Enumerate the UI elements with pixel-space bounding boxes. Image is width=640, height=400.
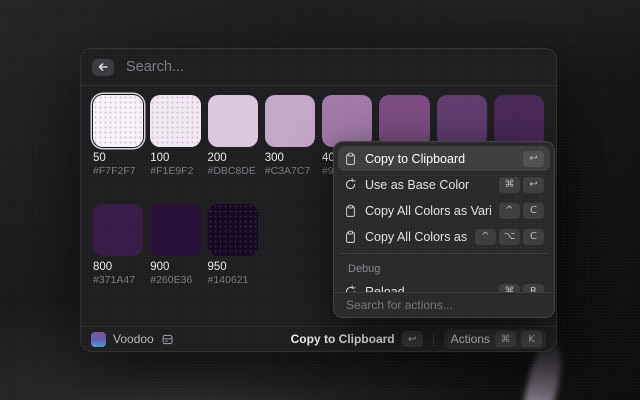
swatch-hex: #C3A7C7 [265,165,315,177]
color-swatch-700[interactable] [494,95,544,147]
swatch-label: 900 [150,261,200,274]
swatch-hex: #260E36 [150,274,200,286]
swatch-cell-200: 200 #DBC8DE [208,95,258,177]
swatch-hex: #F7F2F7 [93,165,143,177]
menu-item-label: Copy All Colors as JSON [365,230,467,244]
color-swatch-300[interactable] [265,95,315,147]
swatch-hex: #140621 [208,274,258,286]
c-key-badge: C [523,203,544,219]
color-swatch-950[interactable] [208,204,258,256]
swatch-hex: #371A47 [93,274,143,286]
footer-divider [433,333,434,346]
voodoo-app-icon [91,332,106,347]
swatch-cell-50: 50 #F7F2F7 [93,95,143,177]
option-key-badge: ⌥ [499,229,520,245]
color-swatch-50[interactable] [93,95,143,147]
swatch-cell-800: 800 #371A47 [93,204,143,286]
enter-key-badge: ↩ [523,151,544,167]
color-swatch-400[interactable] [322,95,372,147]
swatch-label: 200 [208,152,258,165]
color-swatch-100[interactable] [150,95,200,147]
swatch-cell-300: 300 #C3A7C7 [265,95,315,177]
menu-item-use-as-base-color[interactable]: Use as Base Color ⌘ ↩ [338,172,550,197]
color-swatch-800[interactable] [93,204,143,256]
search-input[interactable] [124,58,545,76]
swatch-cell-950: 950 #140621 [208,204,258,286]
actions-button[interactable]: Actions ⌘ K [444,329,546,349]
menu-item-copy-all-json[interactable]: Copy All Colors as JSON ^ ⌥ C [338,224,550,249]
color-swatch-500[interactable] [379,95,429,147]
command-key-badge: ⌘ [495,331,516,347]
search-header [81,49,556,86]
save-icon [161,333,174,346]
actions-menu-list: Copy to Clipboard ↩ Use as Base Color ⌘ … [334,142,554,309]
extension-name: Voodoo [113,332,154,346]
back-button[interactable] [92,59,114,76]
window-footer: Voodoo Copy to Clipboard ↩ Actions ⌘ K [81,326,556,351]
swatch-label: 50 [93,152,143,165]
actions-search-input[interactable] [344,297,544,313]
menu-item-copy-all-variable-declarations[interactable]: Copy All Colors as Variable Declara... ^… [338,198,550,223]
clipboard-icon [344,230,357,244]
enter-key-badge: ↩ [523,177,544,193]
k-key-badge: K [521,331,542,347]
menu-item-copy-to-clipboard[interactable]: Copy to Clipboard ↩ [338,146,550,171]
clipboard-icon [344,152,357,166]
debug-section-label: Debug [338,258,550,279]
swatch-hex: #DBC8DE [208,165,258,177]
swatch-cell-100: 100 #F1E9F2 [150,95,200,177]
clipboard-icon [344,204,357,218]
rotate-icon [344,178,357,191]
swatch-label: 100 [150,152,200,165]
swatch-label: 800 [93,261,143,274]
menu-item-label: Copy All Colors as Variable Declara... [365,204,491,218]
swatch-hex: #F1E9F2 [150,165,200,177]
swatch-label: 300 [265,152,315,165]
menu-item-label: Use as Base Color [365,178,491,192]
control-key-badge: ^ [499,203,520,219]
enter-key-badge: ↩ [402,331,423,347]
actions-search-bar [334,292,554,317]
arrow-left-icon [97,61,109,73]
desktop-background: 50 #F7F2F7 100 #F1E9F2 200 #DBC8DE 300 #… [0,0,640,400]
menu-item-label: Copy to Clipboard [365,152,515,166]
actions-label: Actions [451,332,490,346]
color-swatch-600[interactable] [437,95,487,147]
color-swatch-900[interactable] [150,204,200,256]
actions-menu: Copy to Clipboard ↩ Use as Base Color ⌘ … [333,141,555,318]
control-key-badge: ^ [475,229,496,245]
primary-action-label[interactable]: Copy to Clipboard [291,332,395,346]
swatch-cell-900: 900 #260E36 [150,204,200,286]
c-key-badge: C [523,229,544,245]
color-swatch-200[interactable] [208,95,258,147]
menu-divider [340,253,548,254]
command-key-badge: ⌘ [499,177,520,193]
swatch-label: 950 [208,261,258,274]
